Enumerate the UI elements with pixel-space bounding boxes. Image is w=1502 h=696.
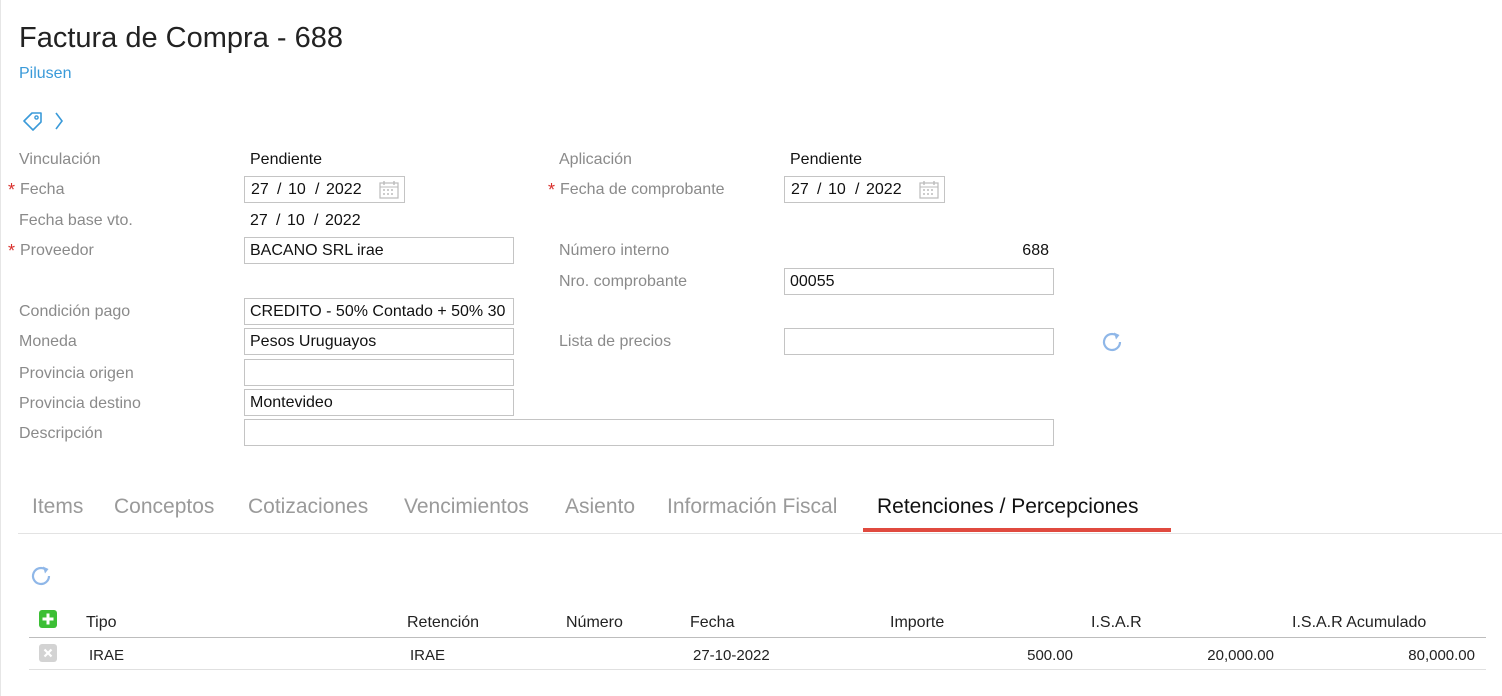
proveedor-field[interactable] xyxy=(244,237,514,264)
tab-items[interactable]: Items xyxy=(32,495,83,519)
tab-retenciones-percepciones[interactable]: Retenciones / Percepciones xyxy=(877,495,1139,519)
table-row[interactable]: IRAE IRAE 27-10-2022 500.00 20,000.00 80… xyxy=(29,638,1486,670)
fecha-comprobante-month: 10 xyxy=(828,181,846,198)
date-separator: / xyxy=(855,181,860,198)
lista-precios-label: Lista de precios xyxy=(559,333,672,350)
column-header-isar-acumulado[interactable]: I.S.A.R Acumulado xyxy=(1292,614,1426,632)
tab-bar: Items Conceptos Cotizaciones Vencimiento… xyxy=(18,490,1502,534)
lista-precios-field[interactable] xyxy=(784,328,1054,355)
condicion-pago-field[interactable] xyxy=(244,298,514,325)
column-header-importe[interactable]: Importe xyxy=(890,614,944,632)
page-title: Factura de Compra - 688 xyxy=(19,22,343,54)
cell-importe: 500.00 xyxy=(1027,647,1073,664)
date-separator: / xyxy=(276,212,281,229)
cell-isar: 20,000.00 xyxy=(1207,647,1274,664)
nro-comprobante-field[interactable] xyxy=(784,268,1054,295)
nro-comprobante-label: Nro. comprobante xyxy=(559,273,688,290)
numero-interno-label: Número interno xyxy=(559,242,670,259)
tab-conceptos[interactable]: Conceptos xyxy=(114,495,214,519)
fecha-month: 10 xyxy=(288,181,306,198)
left-border xyxy=(0,0,1,696)
provincia-destino-field[interactable] xyxy=(244,389,514,416)
descripcion-label: Descripción xyxy=(19,425,103,442)
fecha-date-input[interactable]: 27 / 10 / 2022 xyxy=(244,176,405,203)
date-separator: / xyxy=(277,181,282,198)
cell-fecha: 27-10-2022 xyxy=(693,647,770,664)
aplicacion-label: Aplicación xyxy=(559,151,632,168)
date-separator: / xyxy=(817,181,822,198)
proveedor-required-mark: * xyxy=(8,241,16,261)
cell-retencion: IRAE xyxy=(410,647,446,664)
tab-cotizaciones[interactable]: Cotizaciones xyxy=(248,495,368,519)
numero-interno-value: 688 xyxy=(1022,242,1049,259)
fecha-label: Fecha xyxy=(20,181,65,198)
fecha-base-vto-value: 27 / 10 / 2022 xyxy=(244,212,384,232)
fecha-comprobante-label: Fecha de comprobante xyxy=(560,181,725,198)
action-icons xyxy=(22,108,64,134)
tab-vencimientos[interactable]: Vencimientos xyxy=(404,495,529,519)
fecha-year: 2022 xyxy=(326,181,362,198)
fecha-required-mark: * xyxy=(8,180,16,200)
delete-icon[interactable] xyxy=(39,644,57,662)
active-tab-indicator xyxy=(863,528,1171,532)
fecha-comprobante-required-mark: * xyxy=(548,180,556,200)
vinculacion-label: Vinculación xyxy=(19,151,101,168)
fecha-comprobante-day: 27 xyxy=(791,181,809,198)
condicion-pago-label: Condición pago xyxy=(19,303,131,320)
fecha-base-vto-month: 10 xyxy=(287,212,305,229)
refresh-icon[interactable] xyxy=(1100,330,1124,359)
vinculacion-value: Pendiente xyxy=(250,151,323,168)
cell-tipo: IRAE xyxy=(89,647,125,664)
date-separator: / xyxy=(314,212,319,229)
tab-informacion-fiscal[interactable]: Información Fiscal xyxy=(667,495,837,519)
refresh-icon[interactable] xyxy=(29,564,53,593)
calendar-icon[interactable] xyxy=(379,181,399,204)
column-header-tipo[interactable]: Tipo xyxy=(86,614,117,632)
company-link[interactable]: Pilusen xyxy=(19,65,71,83)
fecha-day: 27 xyxy=(251,181,269,198)
column-header-fecha[interactable]: Fecha xyxy=(690,614,734,632)
fecha-comprobante-year: 2022 xyxy=(866,181,902,198)
provincia-origen-label: Provincia origen xyxy=(19,365,134,382)
column-header-isar[interactable]: I.S.A.R xyxy=(1091,614,1142,632)
tag-icon[interactable] xyxy=(22,110,44,132)
fecha-comprobante-date-input[interactable]: 27 / 10 / 2022 xyxy=(784,176,945,203)
column-header-numero[interactable]: Número xyxy=(566,614,623,632)
aplicacion-value: Pendiente xyxy=(790,151,863,168)
chevron-right-icon[interactable] xyxy=(54,110,64,132)
provincia-destino-label: Provincia destino xyxy=(19,395,141,412)
moneda-field[interactable] xyxy=(244,328,514,355)
column-header-retencion[interactable]: Retención xyxy=(407,614,479,632)
calendar-icon[interactable] xyxy=(919,181,939,204)
descripcion-field[interactable] xyxy=(244,419,1054,446)
moneda-label: Moneda xyxy=(19,333,77,350)
fecha-base-vto-year: 2022 xyxy=(325,212,361,229)
grid-header: Tipo Retención Número Fecha Importe I.S.… xyxy=(29,606,1486,638)
proveedor-label: Proveedor xyxy=(20,242,94,259)
fecha-base-vto-label: Fecha base vto. xyxy=(19,212,133,229)
cell-isar-acumulado: 80,000.00 xyxy=(1408,647,1475,664)
date-separator: / xyxy=(315,181,320,198)
fecha-base-vto-day: 27 xyxy=(250,212,268,229)
tab-asiento[interactable]: Asiento xyxy=(565,495,635,519)
add-icon[interactable] xyxy=(39,610,57,628)
provincia-origen-field[interactable] xyxy=(244,359,514,386)
